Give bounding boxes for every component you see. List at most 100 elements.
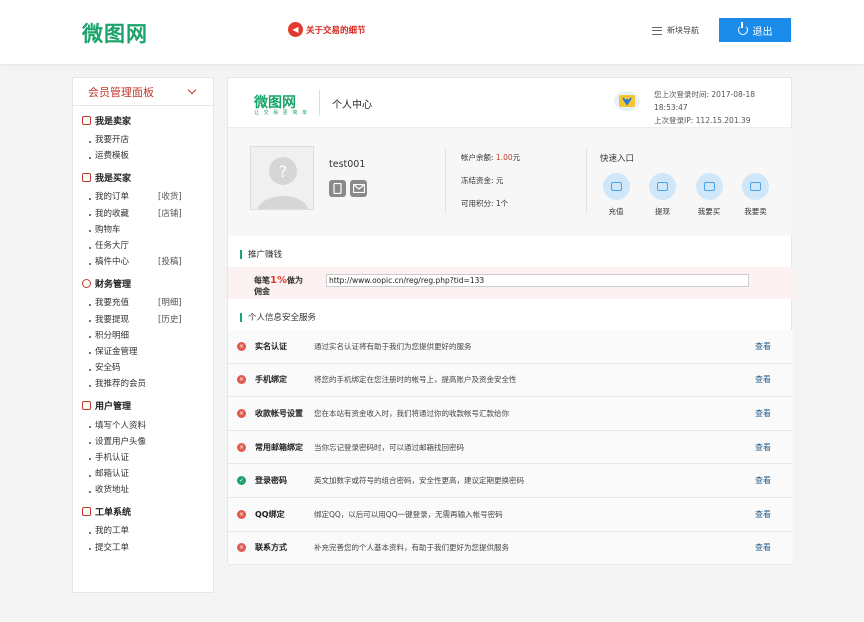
view-link[interactable]: 查看	[755, 509, 771, 520]
quick-sell-button[interactable]: 我要卖	[736, 173, 776, 217]
sidebar-item[interactable]: 积分明细	[73, 327, 213, 343]
sidebar-item[interactable]: 稿件中心 [投稿]	[73, 253, 213, 269]
sidebar-item[interactable]: 提交工单	[73, 539, 213, 555]
error-icon: ×	[237, 543, 246, 553]
email-icon[interactable]	[350, 180, 367, 197]
sidebar-item-extra-link[interactable]: [投稿]	[158, 255, 182, 267]
site-logo[interactable]: 微图网	[82, 18, 148, 48]
sidebar-item-label: 填写个人资料	[95, 420, 147, 431]
security-row: × 常用邮箱绑定 当你忘记登录密码时，可以通过邮箱找回密码 查看	[228, 430, 793, 465]
sidebar-item[interactable]: 我推荐的会员	[73, 375, 213, 391]
panel-slogan: 让 交 易 更 简 单	[254, 110, 309, 116]
sidebar-item-label: 邮箱认证	[95, 469, 130, 480]
sidebar-item[interactable]: 我的订单 [收货]	[73, 188, 213, 204]
sidebar-item-extra-link[interactable]: [明细]	[158, 296, 182, 308]
sidebar-item-label: 保证金管理	[95, 346, 138, 357]
promo-pre: 每笔	[254, 276, 270, 285]
quick-withdraw-button[interactable]: 提现	[643, 173, 683, 217]
quick-entry-title: 快速入口	[600, 154, 635, 164]
security-item-name: 收款帐号设置	[255, 408, 303, 418]
sidebar-section-shop: 我是卖家	[82, 114, 213, 127]
security-list: × 实名认证 通过实名认证将有助于我们为您提供更好的服务 查看 × 手机绑定 将您的手机绑定…	[228, 330, 793, 566]
sidebar-item-label: 收货地址	[95, 485, 130, 496]
sidebar-item-extra-link[interactable]: [店铺]	[158, 207, 182, 219]
sidebar-item-label: 我的工单	[95, 526, 130, 537]
power-icon	[737, 22, 748, 35]
sidebar-item[interactable]: 我的工单	[73, 522, 213, 538]
quick-buy-button[interactable]: 我要买	[689, 173, 729, 217]
view-link[interactable]: 查看	[755, 475, 771, 486]
sidebar-item[interactable]: 填写个人资料	[73, 416, 213, 432]
bullet-icon	[89, 230, 91, 233]
sidebar-item[interactable]: 设置用户头像	[73, 433, 213, 449]
sidebar-item[interactable]: 我要充值 [明细]	[73, 294, 213, 310]
sidebar-item[interactable]: 我的收藏 [店铺]	[73, 205, 213, 221]
sidebar-item[interactable]: 运费模板	[73, 147, 213, 163]
bullet-icon	[89, 197, 91, 200]
security-item-desc: 绑定QQ，以后可以用QQ一键登录，无需再输入帐号密码	[314, 509, 503, 519]
sidebar-item[interactable]: 邮箱认证	[73, 465, 213, 481]
security-item-name: 常用邮箱绑定	[255, 442, 303, 452]
trade-notice-link[interactable]: ◀ 关于交易的细节	[288, 22, 366, 37]
bullet-icon	[89, 140, 91, 143]
main-header: 微图网 让 交 易 更 简 单 个人中心 您上次登录时间: 2017-08-18…	[228, 78, 791, 128]
bullet-icon	[89, 531, 91, 534]
view-link[interactable]: 查看	[755, 542, 771, 553]
quick-recharge-button[interactable]: 充值	[596, 173, 636, 217]
buy-icon	[695, 173, 723, 200]
phone-icon[interactable]	[329, 180, 346, 197]
speaker-icon: ◀	[288, 22, 303, 37]
sidebar-item[interactable]: 任务大厅	[73, 237, 213, 253]
bullet-icon	[89, 336, 91, 339]
medal-icon	[614, 91, 640, 111]
bullet-icon	[89, 156, 91, 159]
bullet-icon	[89, 458, 91, 461]
bullet-icon	[89, 384, 91, 387]
error-icon: ×	[237, 442, 246, 452]
sidebar-item-label: 我要开店	[95, 135, 130, 146]
quick-label: 我要买	[697, 207, 721, 216]
block-nav-link[interactable]: 新块导航	[652, 25, 699, 36]
security-item-name: 联系方式	[255, 543, 287, 553]
promo-title-text: 推广赚钱	[248, 250, 283, 260]
view-link[interactable]: 查看	[755, 442, 771, 453]
sidebar-section-title: 我是买家	[95, 174, 132, 185]
sidebar-item[interactable]: 手机认证	[73, 449, 213, 465]
sidebar-item[interactable]: 我要开店	[73, 131, 213, 147]
view-link[interactable]: 查看	[755, 341, 771, 352]
promo-url-field[interactable]: http://www.oopic.cn/reg/reg.php?tid=133	[326, 274, 749, 287]
sidebar-header[interactable]: 会员管理面板	[73, 78, 213, 106]
sidebar-item-extra-link[interactable]: [历史]	[158, 313, 182, 325]
sidebar-item[interactable]: 我要提现 [历史]	[73, 311, 213, 327]
bullet-icon	[89, 262, 91, 265]
view-link[interactable]: 查看	[755, 374, 771, 385]
last-login-info: 您上次登录时间: 2017-08-18 18:53:47 上次登录IP: 112…	[654, 88, 791, 127]
security-item-name: 实名认证	[255, 341, 287, 351]
bullet-icon	[89, 442, 91, 445]
sidebar-item[interactable]: 安全码	[73, 359, 213, 375]
view-link[interactable]: 查看	[755, 408, 771, 419]
avatar[interactable]: ?	[250, 146, 314, 210]
sidebar-item-label: 任务大厅	[95, 241, 130, 252]
sidebar-item[interactable]: 保证金管理	[73, 343, 213, 359]
security-row: × 收款帐号设置 您在本站有资金收入时，我们将通过你的收款帐号汇款给你 查看	[228, 397, 793, 431]
sidebar-item[interactable]: 购物车	[73, 221, 213, 237]
logout-button[interactable]: 退出	[719, 18, 791, 42]
lock-icon	[82, 173, 91, 183]
sidebar-item-label: 提交工单	[95, 542, 130, 553]
sidebar-item[interactable]: 收货地址	[73, 481, 213, 497]
frozen-funds: 冻结资金: 元	[461, 176, 504, 185]
main-panel: 微图网 让 交 易 更 简 单 个人中心 您上次登录时间: 2017-08-18…	[227, 77, 793, 566]
promo-box: 每笔1%做为佣金 http://www.oopic.cn/reg/reg.php…	[228, 267, 793, 299]
sidebar-item-label: 购物车	[95, 224, 121, 235]
security-item-desc: 当你忘记登录密码时，可以通过邮箱找回密码	[314, 442, 464, 452]
sidebar-item-extra-link[interactable]: [收货]	[158, 190, 182, 202]
sidebar-section-finance: 财务管理	[82, 277, 213, 290]
verify-icons	[329, 180, 367, 197]
sidebar-item-label: 我的收藏	[95, 208, 130, 219]
profile-summary: ? test001 帐户余额: 1.00元 冻结资金: 元 可用积分: 1个 快…	[228, 128, 793, 236]
chevron-down-icon	[187, 85, 197, 95]
sidebar-item-label: 手机认证	[95, 452, 130, 463]
sidebar-item-label: 我的订单	[95, 192, 130, 203]
quick-label: 提现	[655, 207, 670, 216]
